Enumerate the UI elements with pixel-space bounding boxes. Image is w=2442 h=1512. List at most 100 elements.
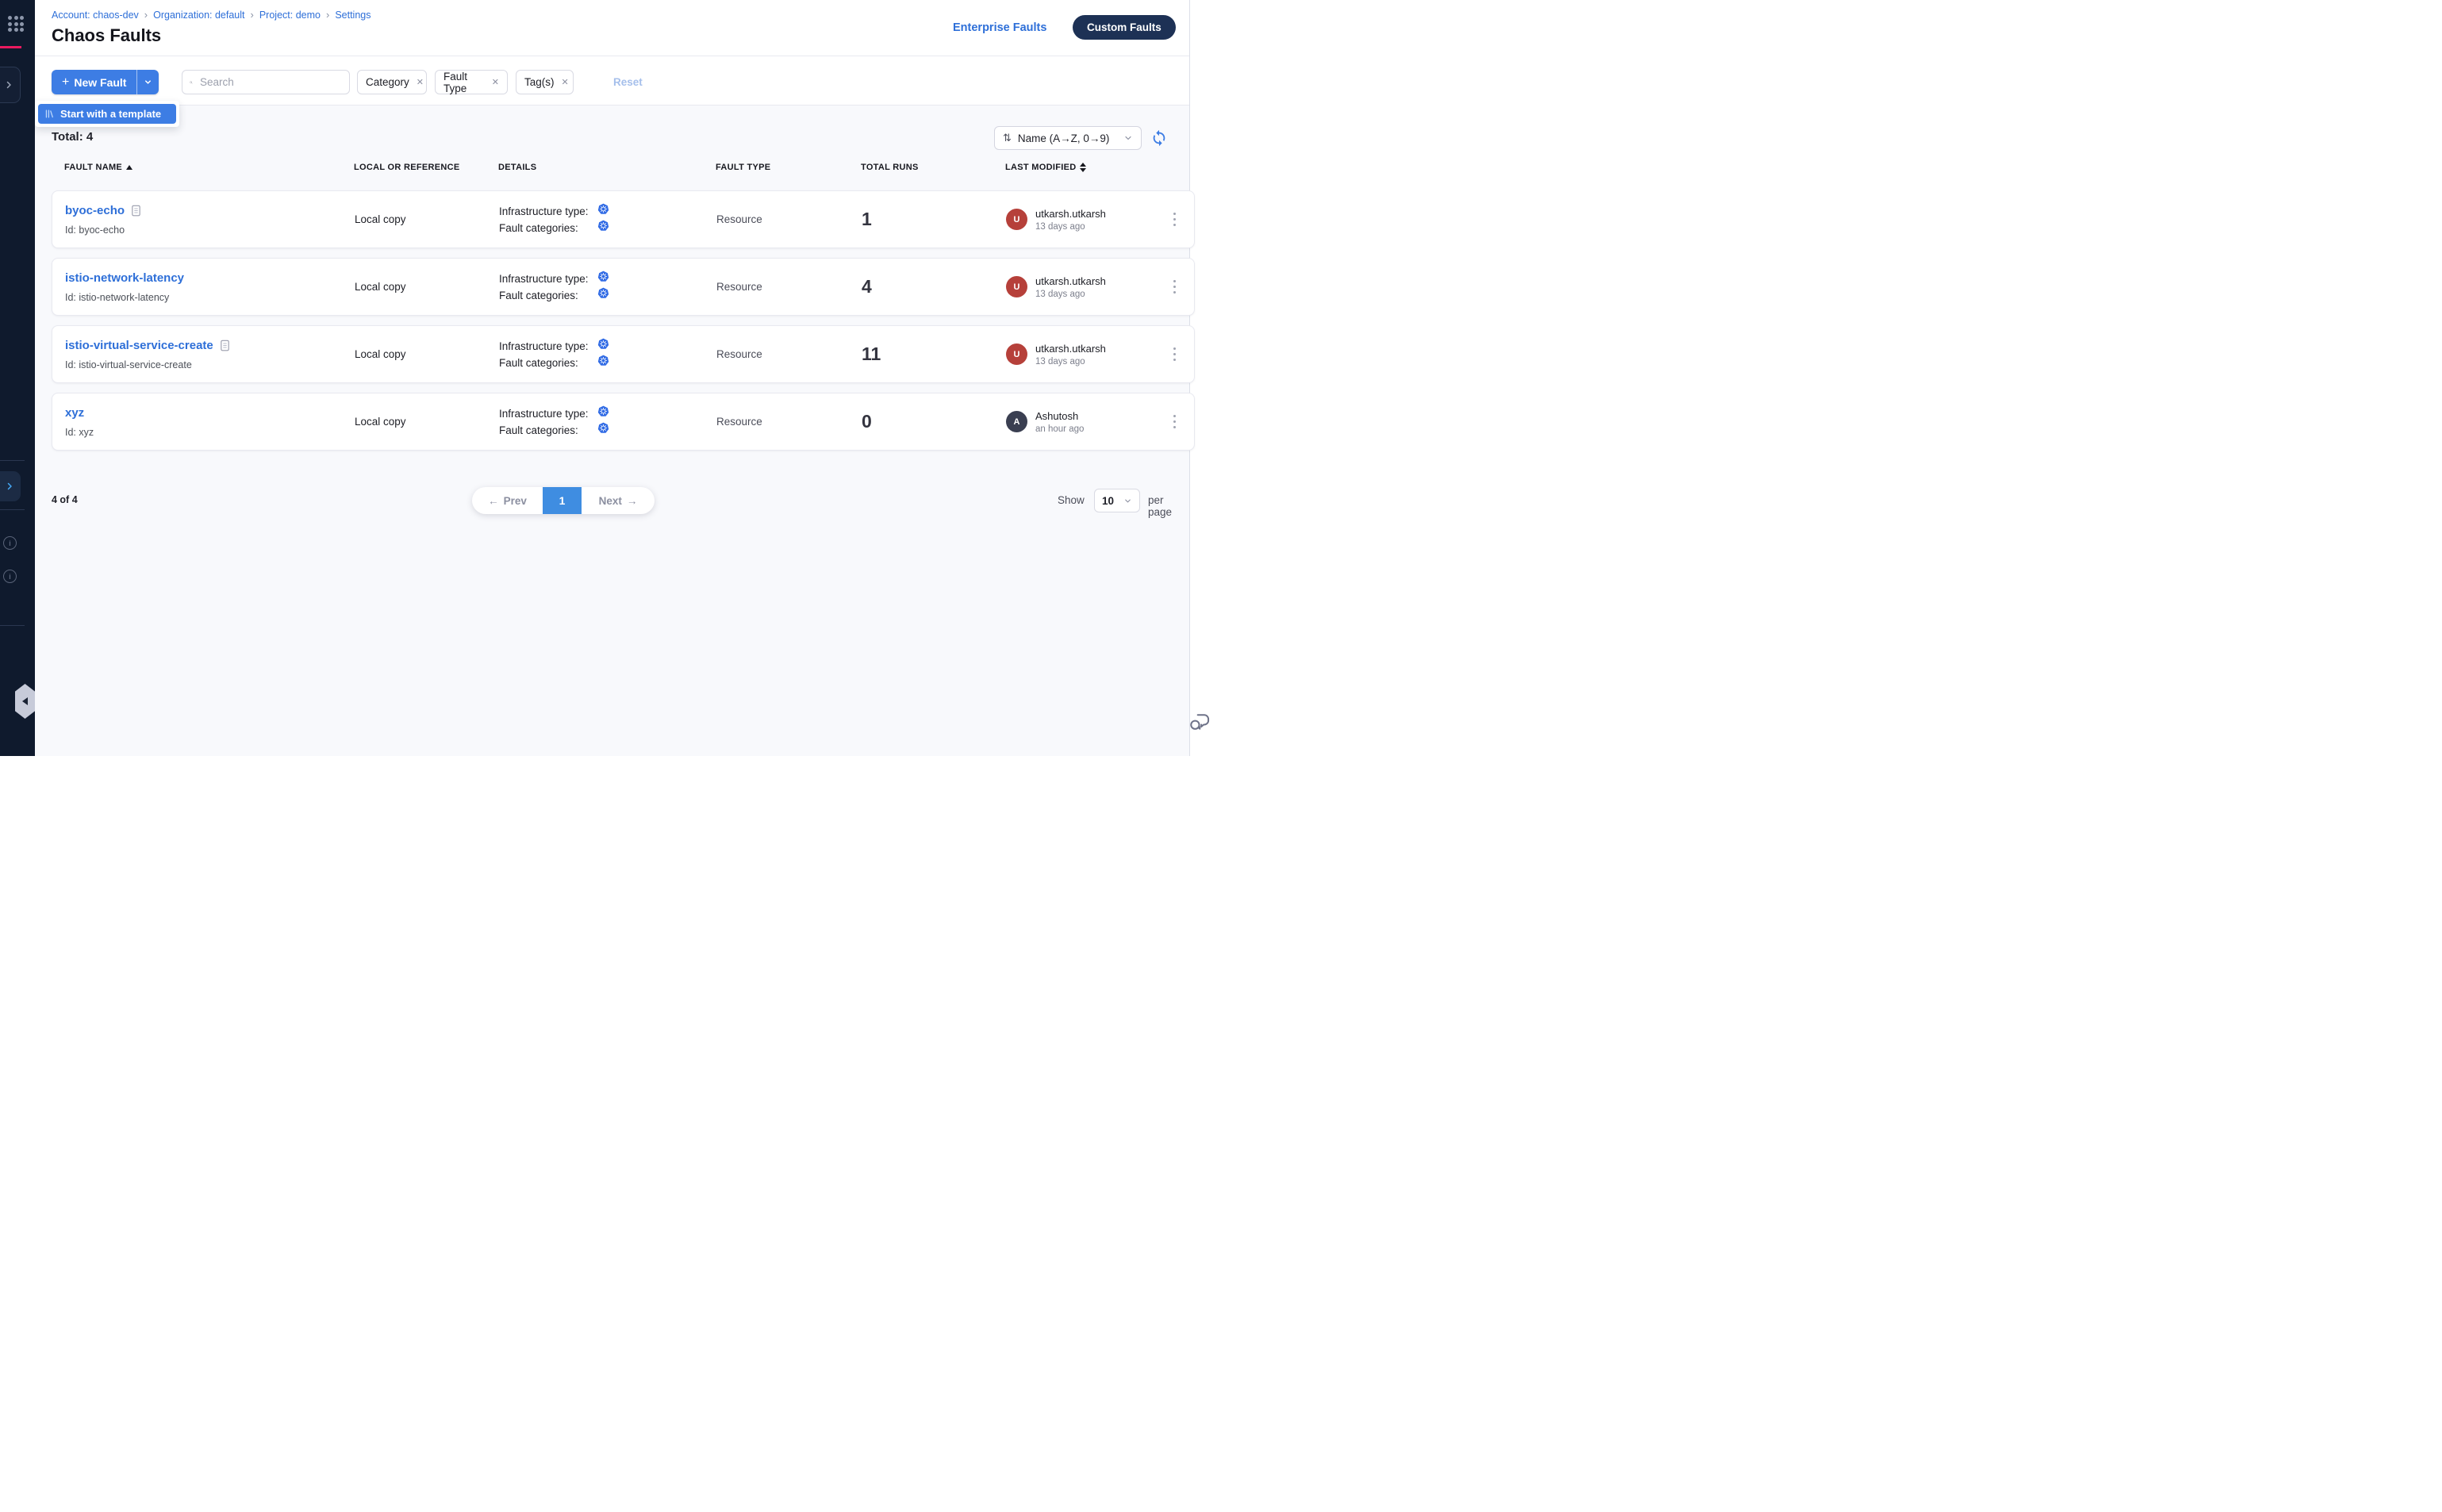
reset-filters-button[interactable]: Reset — [613, 76, 643, 88]
fault-name-link[interactable]: istio-network-latency — [65, 271, 184, 285]
sort-selected-value: Name (A→Z, 0→9) — [1018, 132, 1110, 144]
chevron-down-icon — [144, 78, 152, 86]
fault-categories-label: Fault categories: — [499, 290, 597, 301]
fault-type-value: Resource — [716, 213, 862, 225]
search-icon — [190, 77, 193, 88]
breadcrumb-account[interactable]: Account: chaos-dev — [52, 10, 139, 21]
details-cell: Infrastructure type: Fault categories: — [499, 205, 716, 234]
fault-id: Id: byoc-echo — [65, 224, 125, 236]
table-row: istio-virtual-service-create Id: istio-v… — [52, 325, 1195, 383]
fault-categories-label: Fault categories: — [499, 222, 597, 234]
new-fault-dropdown-toggle[interactable] — [136, 70, 159, 94]
pagination-summary: 4 of 4 — [52, 494, 78, 505]
column-header-fault-name[interactable]: FAULT NAME — [52, 163, 354, 172]
sort-arrows-icon: ⇅ — [1003, 132, 1012, 144]
new-fault-button[interactable]: + New Fault — [52, 70, 136, 94]
modified-time: 13 days ago — [1035, 222, 1106, 232]
page-number-button[interactable]: 1 — [543, 487, 582, 514]
infrastructure-type-label: Infrastructure type: — [499, 205, 597, 217]
next-page-button[interactable]: Next → — [582, 487, 655, 514]
breadcrumb: Account: chaos-dev › Organization: defau… — [52, 9, 371, 21]
page-size-select[interactable]: 10 — [1094, 489, 1140, 512]
row-menu-button[interactable] — [1155, 347, 1194, 362]
breadcrumb-project[interactable]: Project: demo — [259, 10, 321, 21]
breadcrumb-organization[interactable]: Organization: default — [153, 10, 244, 21]
total-runs-value: 1 — [862, 209, 1006, 230]
new-fault-dropdown-menu: Start with a template — [35, 101, 179, 127]
sidebar-divider — [0, 625, 25, 626]
close-icon[interactable]: ✕ — [562, 77, 569, 87]
fault-categories-label: Fault categories: — [499, 424, 597, 436]
avatar: U — [1006, 276, 1027, 297]
page-title: Chaos Faults — [52, 25, 161, 46]
arrow-left-icon: ← — [488, 495, 499, 507]
row-menu-button[interactable] — [1155, 280, 1194, 294]
kubernetes-icon — [597, 338, 609, 354]
filter-chip-category[interactable]: Category ✕ — [357, 70, 427, 94]
local-or-reference-value: Local copy — [355, 348, 499, 360]
kebab-menu-icon — [1173, 280, 1177, 294]
total-runs-value: 11 — [862, 343, 1006, 365]
fault-name-link[interactable]: byoc-echo — [65, 204, 125, 217]
info-icon[interactable]: i — [3, 536, 17, 550]
fault-name-link[interactable]: xyz — [65, 406, 84, 420]
refresh-button[interactable] — [1149, 128, 1169, 148]
template-library-icon — [44, 109, 55, 119]
chat-support-icon[interactable] — [1188, 711, 1211, 737]
fault-type-value: Resource — [716, 416, 862, 428]
infrastructure-type-label: Infrastructure type: — [499, 273, 597, 285]
sort-asc-icon — [126, 165, 132, 170]
new-fault-split-button: + New Fault — [52, 70, 159, 94]
sidebar-expand-button[interactable] — [0, 67, 21, 103]
prev-page-button[interactable]: ← Prev — [472, 487, 543, 514]
kebab-menu-icon — [1173, 347, 1177, 362]
avatar: U — [1006, 343, 1027, 365]
table-row: xyz Id: xyz Local copy Infrastructure ty… — [52, 393, 1195, 451]
column-header-fault-type: FAULT TYPE — [716, 163, 861, 172]
kubernetes-icon — [597, 220, 609, 236]
sidebar-chevron-button[interactable] — [0, 471, 21, 501]
total-runs-value: 0 — [862, 411, 1006, 432]
sidebar-divider — [0, 509, 25, 510]
kubernetes-icon — [597, 271, 609, 286]
chevron-separator-icon: › — [251, 9, 254, 21]
details-cell: Infrastructure type: Fault categories: — [499, 273, 716, 301]
chaos-faults-page: i i Account: chaos-dev › Organization: d… — [0, 0, 1221, 756]
chevron-separator-icon: › — [144, 9, 148, 21]
filter-chip-fault-type[interactable]: Fault Type ✕ — [435, 70, 508, 94]
close-icon[interactable]: ✕ — [417, 77, 424, 87]
sort-dropdown[interactable]: ⇅ Name (A→Z, 0→9) — [994, 126, 1142, 150]
chevron-down-icon — [1123, 497, 1132, 505]
table-row: byoc-echo Id: byoc-echo Local copy Infra… — [52, 190, 1195, 248]
custom-faults-button[interactable]: Custom Faults — [1073, 15, 1176, 40]
enterprise-faults-link[interactable]: Enterprise Faults — [953, 21, 1046, 34]
column-header-last-modified[interactable]: LAST MODIFIED — [1005, 163, 1154, 172]
fault-name-link[interactable]: istio-virtual-service-create — [65, 339, 213, 352]
sidebar-collapse-handle[interactable] — [15, 684, 35, 719]
avatar: U — [1006, 209, 1027, 230]
sidebar-divider — [0, 460, 25, 461]
breadcrumb-settings[interactable]: Settings — [335, 10, 371, 21]
app-grid-icon[interactable] — [8, 16, 24, 32]
kubernetes-icon — [597, 405, 609, 421]
kubernetes-icon — [597, 203, 609, 219]
table-header-row: FAULT NAME LOCAL OR REFERENCE DETAILS FA… — [52, 163, 1195, 172]
menu-item-start-with-template[interactable]: Start with a template — [38, 104, 176, 124]
fault-categories-label: Fault categories: — [499, 357, 597, 369]
search-input[interactable] — [198, 75, 342, 89]
fault-type-value: Resource — [716, 281, 862, 293]
column-header-total-runs: TOTAL RUNS — [861, 163, 1005, 172]
pager: ← Prev 1 Next → — [472, 487, 655, 514]
chevron-separator-icon: › — [326, 9, 329, 21]
local-or-reference-value: Local copy — [355, 281, 499, 293]
close-icon[interactable]: ✕ — [492, 77, 499, 87]
row-menu-button[interactable] — [1155, 415, 1194, 429]
module-accent-bar — [0, 46, 21, 48]
column-header-local-or-reference: LOCAL OR REFERENCE — [354, 163, 498, 172]
info-icon[interactable]: i — [3, 570, 17, 583]
fault-id: Id: xyz — [65, 427, 94, 438]
filter-chip-tags[interactable]: Tag(s) ✕ — [516, 70, 574, 94]
avatar: A — [1006, 411, 1027, 432]
total-runs-value: 4 — [862, 276, 1006, 297]
row-menu-button[interactable] — [1155, 213, 1194, 227]
